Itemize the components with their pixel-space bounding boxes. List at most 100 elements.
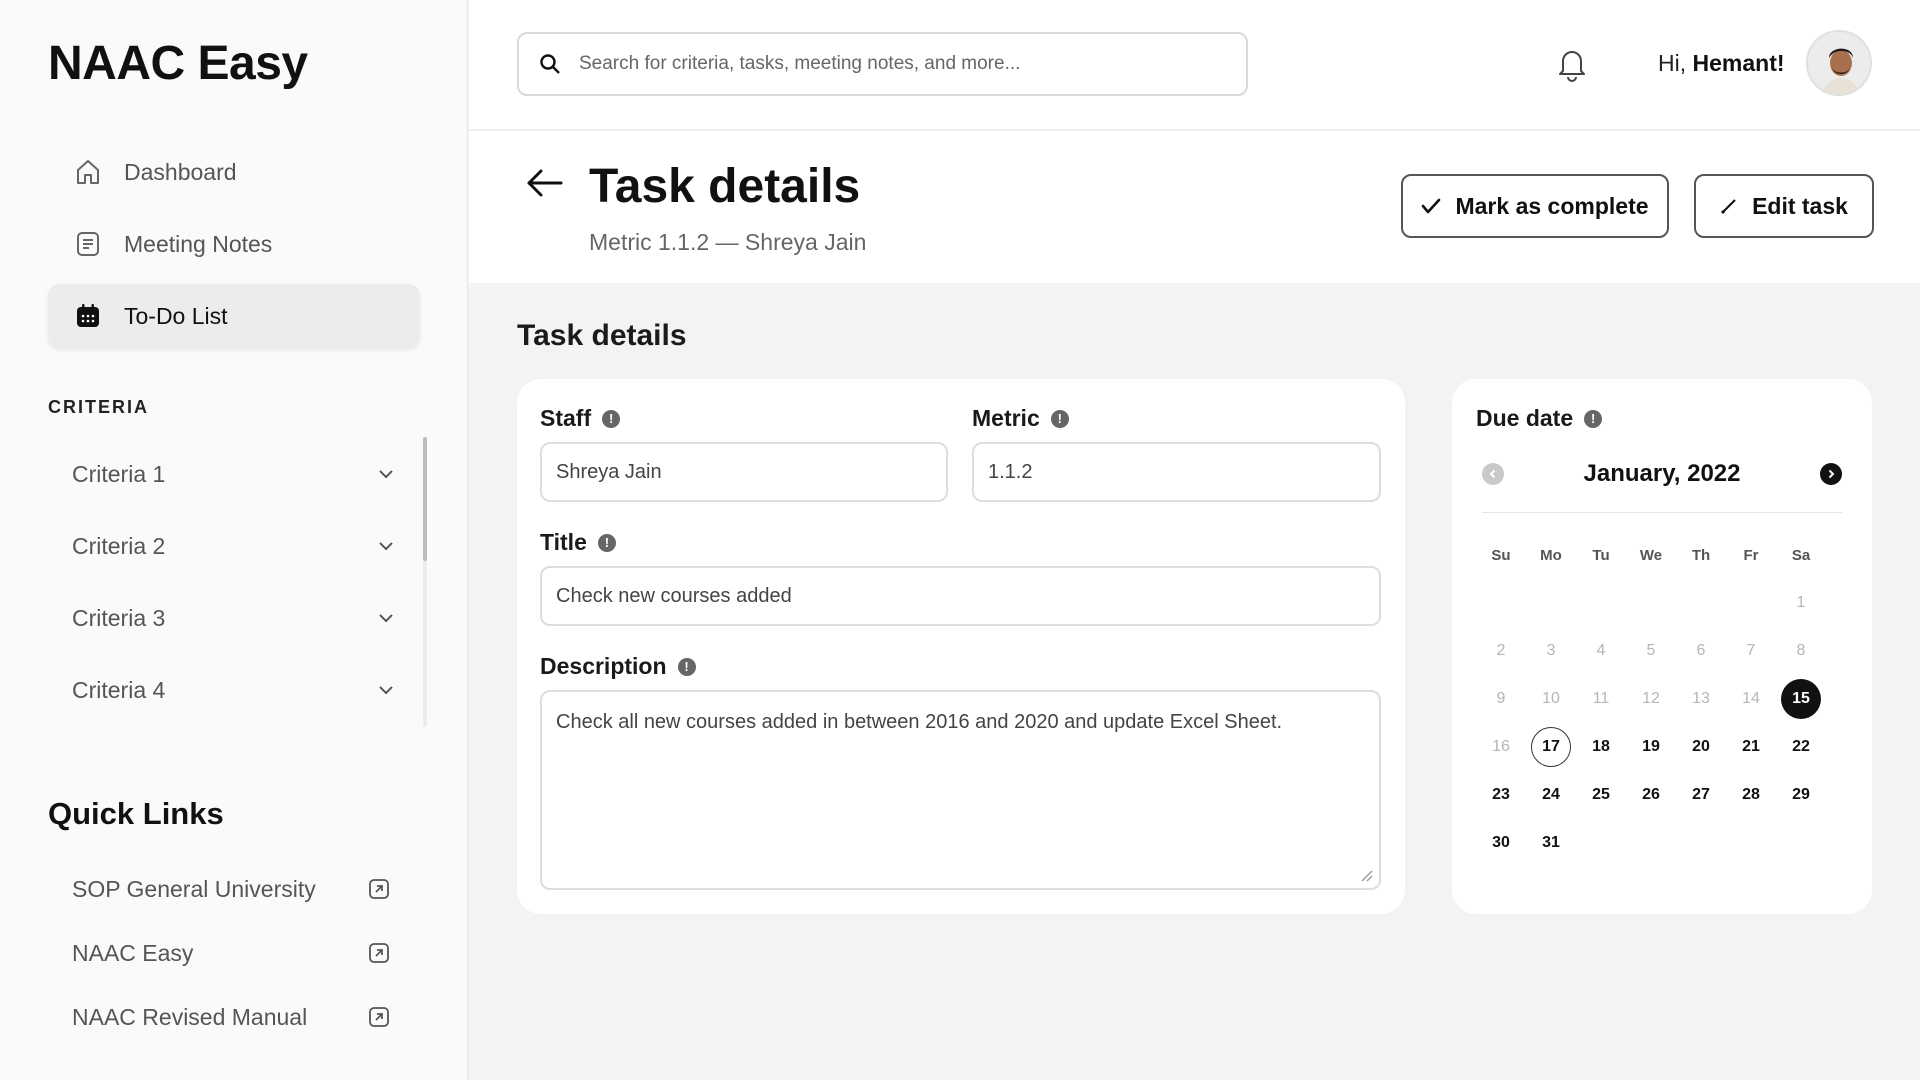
calendar-day: 4 bbox=[1596, 642, 1606, 659]
chevron-down-icon bbox=[379, 542, 393, 551]
calendar-day[interactable]: 21 bbox=[1726, 723, 1776, 771]
quick-link-naac-manual[interactable]: NAAC Revised Manual bbox=[48, 985, 398, 1049]
calendar-day[interactable]: 22 bbox=[1776, 723, 1826, 771]
quick-link-label: NAAC Easy bbox=[72, 939, 194, 966]
weekday-label: Su bbox=[1491, 546, 1511, 564]
due-date-label-text: Due date bbox=[1476, 405, 1574, 431]
search-box[interactable] bbox=[517, 32, 1248, 96]
search-input[interactable] bbox=[579, 53, 1199, 75]
title-field[interactable]: Check new courses added bbox=[540, 566, 1381, 626]
calendar-blank bbox=[1476, 579, 1526, 627]
bell-icon[interactable] bbox=[1554, 44, 1590, 82]
calendar-day: 3 bbox=[1546, 642, 1556, 659]
avatar[interactable] bbox=[1806, 30, 1872, 96]
weekday-label: Mo bbox=[1540, 546, 1562, 564]
next-month-icon[interactable] bbox=[1820, 463, 1842, 485]
calendar-day[interactable]: 23 bbox=[1476, 771, 1526, 819]
main-nav: Dashboard Meeting Notes To-Do List bbox=[48, 140, 420, 356]
criteria-item-3[interactable]: Criteria 3 bbox=[48, 582, 408, 654]
metric-field[interactable]: 1.1.2 bbox=[972, 442, 1381, 502]
due-date-card: Due date ! January, 2022 Su Mo Tu We Th Fr Sa 1… bbox=[1452, 379, 1872, 914]
calendar-blank bbox=[1526, 579, 1576, 627]
criteria-label: Criteria 2 bbox=[72, 532, 166, 559]
calendar-day[interactable]: 27 bbox=[1676, 771, 1726, 819]
calendar-day: 10 bbox=[1542, 690, 1560, 707]
calendar-day-today[interactable]: 17 bbox=[1526, 723, 1576, 771]
calendar-day[interactable]: 28 bbox=[1726, 771, 1776, 819]
check-icon bbox=[1421, 197, 1441, 215]
calendar-day[interactable]: 29 bbox=[1776, 771, 1826, 819]
info-icon[interactable]: ! bbox=[1584, 409, 1603, 428]
sidebar: NAAC Easy Dashboard Meeting Notes To-Do … bbox=[0, 0, 468, 1080]
nav-item-meeting-notes[interactable]: Meeting Notes bbox=[48, 212, 420, 276]
app-logo[interactable]: NAAC Easy bbox=[48, 36, 308, 91]
calendar-header: January, 2022 bbox=[1482, 451, 1842, 497]
staff-field[interactable]: Shreya Jain bbox=[540, 442, 948, 502]
notes-icon bbox=[72, 228, 104, 260]
edit-task-label: Edit task bbox=[1752, 192, 1848, 219]
criteria-label: Criteria 3 bbox=[72, 604, 166, 631]
quick-links-list: SOP General University NAAC Easy NAAC Re… bbox=[48, 857, 398, 1049]
calendar-day-selected[interactable]: 15 bbox=[1776, 675, 1826, 723]
mark-complete-button[interactable]: Mark as complete bbox=[1401, 174, 1669, 238]
calendar-day[interactable]: 19 bbox=[1626, 723, 1676, 771]
calendar-day[interactable]: 30 bbox=[1476, 819, 1526, 867]
user-greeting: Hi, Hemant! bbox=[1658, 50, 1785, 77]
weekday-label: Fr bbox=[1743, 546, 1759, 564]
prev-month-icon[interactable] bbox=[1482, 463, 1504, 485]
user-name: Hemant! bbox=[1692, 50, 1785, 76]
resize-handle-icon[interactable] bbox=[1359, 868, 1373, 882]
calendar-day[interactable]: 26 bbox=[1626, 771, 1676, 819]
criteria-item-2[interactable]: Criteria 2 bbox=[48, 510, 408, 582]
title-label-text: Title bbox=[540, 529, 587, 555]
staff-label: Staff ! bbox=[540, 405, 621, 432]
nav-item-todo-list[interactable]: To-Do List bbox=[48, 284, 420, 348]
calendar-day[interactable]: 20 bbox=[1676, 723, 1726, 771]
description-field[interactable]: Check all new courses added in between 2… bbox=[540, 690, 1381, 890]
nav-item-dashboard[interactable]: Dashboard bbox=[48, 140, 420, 204]
calendar-day[interactable]: 31 bbox=[1526, 819, 1576, 867]
nav-label: Meeting Notes bbox=[124, 230, 273, 257]
calendar-day: 14 bbox=[1742, 690, 1760, 707]
calendar-day: 13 bbox=[1692, 690, 1710, 707]
calendar-day: 5 bbox=[1646, 642, 1656, 659]
mark-complete-label: Mark as complete bbox=[1455, 192, 1649, 219]
chevron-down-icon bbox=[379, 470, 393, 479]
criteria-item-1[interactable]: Criteria 1 bbox=[48, 438, 408, 510]
criteria-item-4[interactable]: Criteria 4 bbox=[48, 654, 408, 726]
top-bar: Hi, Hemant! bbox=[469, 0, 1920, 130]
nav-label: Dashboard bbox=[124, 158, 237, 185]
external-link-icon bbox=[369, 943, 389, 963]
section-title: Task details bbox=[517, 319, 687, 352]
edit-task-button[interactable]: Edit task bbox=[1694, 174, 1874, 238]
metric-label: Metric ! bbox=[972, 405, 1069, 432]
description-text: Check all new courses added in between 2… bbox=[556, 711, 1283, 733]
chevron-down-icon bbox=[379, 614, 393, 623]
quick-links-heading: Quick Links bbox=[48, 796, 224, 831]
weekday-label: Sa bbox=[1791, 546, 1811, 564]
back-arrow-icon[interactable] bbox=[525, 165, 565, 201]
info-icon[interactable]: ! bbox=[677, 657, 696, 676]
calendar-day: 7 bbox=[1746, 642, 1756, 659]
calendar-day[interactable]: 18 bbox=[1576, 723, 1626, 771]
calendar-day[interactable]: 25 bbox=[1576, 771, 1626, 819]
calendar-day: 8 bbox=[1796, 642, 1806, 659]
quick-link-sop[interactable]: SOP General University bbox=[48, 857, 398, 921]
weekday-label: Th bbox=[1691, 546, 1711, 564]
nav-label: To-Do List bbox=[124, 302, 228, 329]
info-icon[interactable]: ! bbox=[1050, 409, 1069, 428]
staff-label-text: Staff bbox=[540, 405, 592, 431]
info-icon[interactable]: ! bbox=[602, 409, 621, 428]
description-label: Description ! bbox=[540, 653, 696, 680]
quick-link-label: SOP General University bbox=[72, 875, 316, 902]
criteria-label: Criteria 1 bbox=[72, 460, 166, 487]
calendar-day[interactable]: 24 bbox=[1526, 771, 1576, 819]
quick-link-naac-easy[interactable]: NAAC Easy bbox=[48, 921, 398, 985]
calendar-blank bbox=[1626, 579, 1676, 627]
calendar-grid: Su Mo Tu We Th Fr Sa 1 2 3 4 5 6 7 8 9 10 11 12 13 14 15 16 17 1… bbox=[1476, 531, 1828, 867]
calendar-divider bbox=[1482, 512, 1842, 513]
chevron-down-icon bbox=[379, 686, 393, 695]
external-link-icon bbox=[369, 879, 389, 899]
criteria-scrollbar-thumb[interactable] bbox=[423, 437, 427, 561]
info-icon[interactable]: ! bbox=[597, 533, 616, 552]
